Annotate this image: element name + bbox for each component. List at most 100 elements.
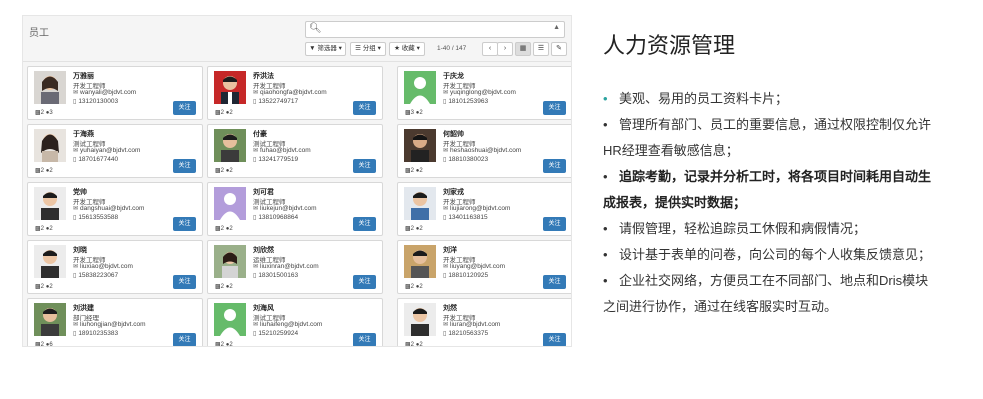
pager-next-button[interactable]: ›: [497, 42, 513, 56]
follow-button[interactable]: 关注: [353, 275, 376, 289]
employee-email[interactable]: liuhongjian@bjdvt.com: [80, 321, 146, 328]
employee-card[interactable]: 刘海风 测试工程师 ✉ liuhaifeng@bjdvt.com ▯ 1521025992…: [207, 298, 383, 346]
employee-email[interactable]: liuran@bjdvt.com: [450, 321, 500, 328]
following-count: 2: [49, 284, 53, 290]
employee-card[interactable]: 刘可君 测试工程师 ✉ liukejun@bjdvt.com ▯ 13810968864 ▩…: [207, 182, 383, 236]
envelope-icon: ✉: [73, 206, 79, 212]
employee-card[interactable]: 刘洋 开发工程师 ✉ liuyang@bjdvt.com ▯ 18810120925 ▩2 …: [397, 240, 571, 294]
group-button[interactable]: ☰ 分组 ▾: [350, 42, 386, 56]
following-count: 2: [229, 226, 233, 232]
kanban-view-icon[interactable]: ▦: [515, 42, 531, 56]
pager-prev-button[interactable]: ‹: [482, 42, 498, 56]
employee-email[interactable]: fuhao@bjdvt.com: [260, 147, 311, 154]
list-view-icon[interactable]: ☰: [533, 42, 549, 56]
feature-item: • 企业社交网络，方便员工在不同部门、地点和Dris模块: [603, 268, 963, 294]
employee-email[interactable]: liukejun@bjdvt.com: [260, 205, 316, 212]
employee-photo: [214, 71, 246, 104]
following-count: 2: [49, 168, 53, 174]
follow-button[interactable]: 关注: [173, 275, 196, 289]
employee-card[interactable]: 刘然 开发工程师 ✉ liuran@bjdvt.com ▯ 18210563375 ▩2 ●…: [397, 298, 571, 346]
filters-label: 筛选器: [317, 45, 337, 52]
employee-app-screenshot: 员工 🔍︎ ▲ ▼ 筛选器 ▾ ☰ 分组 ▾ ★ 收藏 ▾ 1-40 / 147…: [22, 15, 572, 347]
employee-photo: [34, 71, 66, 104]
employee-email[interactable]: liuhaifeng@bjdvt.com: [260, 321, 322, 328]
employee-card[interactable]: 何韶帅 开发工程师 ✉ heshaoshuai@bjdvt.com ▯ 188103800…: [397, 124, 571, 178]
followers-count: 2: [220, 110, 225, 116]
employee-card[interactable]: 刘洪建 部门经理 ✉ liuhongjian@bjdvt.com ▯ 1891023538…: [27, 298, 203, 346]
feature-item: • 美观、易用的员工资料卡片；: [603, 86, 963, 112]
search-input[interactable]: [322, 23, 547, 36]
employee-email[interactable]: yuqinglong@bjdvt.com: [450, 89, 516, 96]
employee-email[interactable]: heshaoshuai@bjdvt.com: [450, 147, 521, 154]
follow-button[interactable]: 关注: [353, 217, 376, 231]
employee-card[interactable]: 刘晓 开发工程师 ✉ liuxiao@bjdvt.com ▯ 15838223067 ▩2 …: [27, 240, 203, 294]
follow-button[interactable]: 关注: [173, 159, 196, 173]
follow-button[interactable]: 关注: [173, 333, 196, 346]
edit-icon[interactable]: ✎: [551, 42, 567, 56]
follow-button[interactable]: 关注: [543, 101, 566, 115]
employee-card[interactable]: 刘欣然 运维工程师 ✉ liuxinran@bjdvt.com ▯ 18301500163…: [207, 240, 383, 294]
caret-up-icon[interactable]: ▲: [553, 24, 560, 31]
envelope-icon: ✉: [253, 206, 259, 212]
employee-card[interactable]: 万雅丽 开发工程师 ✉ wanyali@bjdvt.com ▯ 13120130003 ▩2…: [27, 66, 203, 120]
follow-button[interactable]: 关注: [353, 333, 376, 346]
employee-photo: [404, 71, 436, 104]
employee-phone: 13120130003: [78, 98, 119, 105]
employee-card[interactable]: 于庆龙 开发工程师 ✉ yuqinglong@bjdvt.com ▯ 1810125396…: [397, 66, 571, 120]
search-box[interactable]: 🔍︎ ▲: [305, 21, 565, 38]
search-icon: 🔍︎: [309, 23, 322, 34]
follow-button[interactable]: 关注: [353, 101, 376, 115]
follow-button[interactable]: 关注: [543, 159, 566, 173]
phone-icon: ▯: [253, 99, 257, 105]
employee-photo: [404, 129, 436, 162]
employee-email[interactable]: liuxinran@bjdvt.com: [260, 263, 319, 270]
star-icon: ★: [394, 45, 400, 52]
employee-phone: 18101253963: [448, 98, 489, 105]
employee-email[interactable]: liujiarong@bjdvt.com: [450, 205, 510, 212]
follow-button[interactable]: 关注: [543, 333, 566, 346]
followers-count: 2: [220, 226, 225, 232]
employee-email[interactable]: wanyali@bjdvt.com: [80, 89, 136, 96]
group-icon: ☰: [355, 45, 361, 52]
followers-count: 2: [410, 284, 415, 290]
employee-card[interactable]: 于海燕 测试工程师 ✉ yuhaiyan@bjdvt.com ▯ 18701677440 ▩…: [27, 124, 203, 178]
employee-email[interactable]: yuhaiyan@bjdvt.com: [80, 147, 140, 154]
employee-email[interactable]: liuyang@bjdvt.com: [450, 263, 505, 270]
employee-email[interactable]: qiaohongfa@bjdvt.com: [260, 89, 327, 96]
follow-button[interactable]: 关注: [173, 217, 196, 231]
divider: [23, 61, 571, 62]
employee-photo: [404, 303, 436, 336]
follow-button[interactable]: 关注: [543, 217, 566, 231]
feature-item: • 追踪考勤，记录并分析工时，将各项目时间耗用自动生: [603, 164, 963, 190]
follow-button[interactable]: 关注: [543, 275, 566, 289]
following-count: 3: [49, 110, 53, 116]
phone-icon: ▯: [73, 157, 77, 163]
feature-item: 成报表，提供实时数据；: [603, 190, 963, 216]
bullet-icon: •: [603, 117, 608, 132]
employee-photo: [214, 187, 246, 220]
favorites-button[interactable]: ★ 收藏 ▾: [389, 42, 425, 56]
employee-phone: 13522749717: [258, 98, 299, 105]
employee-card[interactable]: 付豪 测试工程师 ✉ fuhao@bjdvt.com ▯ 13241779519 ▩2 ●2…: [207, 124, 383, 178]
page-title: 员工: [29, 28, 49, 39]
employee-email[interactable]: dangshuai@bjdvt.com: [80, 205, 144, 212]
bullet-icon: •: [603, 273, 608, 288]
employee-card[interactable]: 刘家戎 开发工程师 ✉ liujiarong@bjdvt.com ▯ 1340116381…: [397, 182, 571, 236]
employee-card[interactable]: 党帅 开发工程师 ✉ dangshuai@bjdvt.com ▯ 15613553588 ▩…: [27, 182, 203, 236]
feature-item: HR经理查看敏感信息；: [603, 138, 963, 164]
group-label: 分组: [362, 45, 376, 52]
filters-button[interactable]: ▼ 筛选器 ▾: [305, 42, 346, 56]
follow-button[interactable]: 关注: [173, 101, 196, 115]
followers-count: 2: [40, 168, 45, 174]
employee-email[interactable]: liuxiao@bjdvt.com: [80, 263, 133, 270]
employee-phone: 15613553588: [78, 214, 119, 221]
feature-text: HR经理查看敏感信息；: [603, 143, 739, 158]
employee-photo: [34, 187, 66, 220]
feature-text: 设计基于表单的问卷，向公司的每个人收集反馈意见；: [619, 247, 932, 262]
followers-count: 2: [220, 168, 225, 174]
employee-card[interactable]: 乔洪法 开发工程师 ✉ qiaohongfa@bjdvt.com ▯ 1352274971…: [207, 66, 383, 120]
feature-item: 之间进行协作，通过在线客服实时互动。: [603, 294, 963, 320]
follow-button[interactable]: 关注: [353, 159, 376, 173]
envelope-icon: ✉: [73, 90, 79, 96]
phone-icon: ▯: [253, 157, 257, 163]
